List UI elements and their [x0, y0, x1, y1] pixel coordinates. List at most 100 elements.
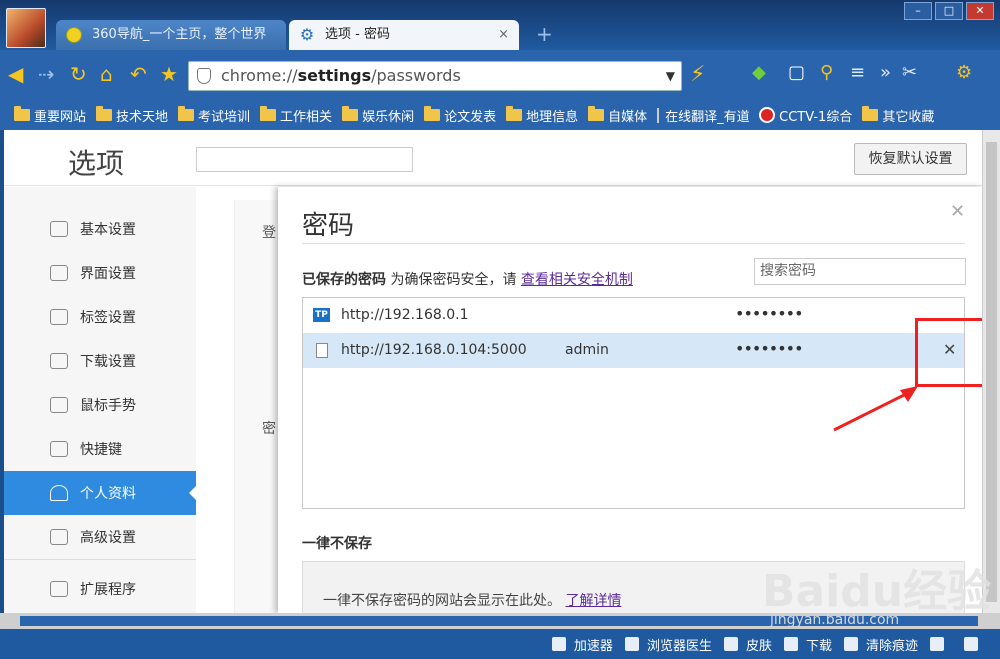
- site-url: http://192.168.0.1: [341, 307, 469, 323]
- plugin-icon[interactable]: ▢: [788, 62, 805, 83]
- plus-icon: [66, 27, 82, 43]
- password-search-input[interactable]: 搜索密码: [754, 258, 966, 285]
- browser-doctor-button[interactable]: 浏览器医生: [624, 635, 712, 654]
- bookmark-folder[interactable]: 工作相关: [260, 106, 332, 125]
- folder-icon: [96, 106, 113, 121]
- translate-icon[interactable]: ≡: [850, 62, 865, 83]
- settings-gear-icon[interactable]: ⚙: [956, 62, 972, 83]
- bolt-icon[interactable]: ⚡: [690, 62, 705, 87]
- tab-label: 360导航_一个主页，整个世界: [92, 27, 267, 42]
- tab-settings-passwords[interactable]: ⚙ 选项 - 密码 ×: [289, 20, 519, 50]
- game-icon[interactable]: ◆: [752, 62, 766, 83]
- status-label: 下载: [805, 638, 832, 654]
- scroll-thumb[interactable]: [986, 142, 997, 602]
- vertical-scrollbar[interactable]: [982, 130, 1000, 613]
- sidebar-item-label: 基本设置: [80, 222, 136, 238]
- accelerator-button[interactable]: 加速器: [551, 635, 613, 654]
- more-icon[interactable]: »: [880, 62, 891, 83]
- bookmark-label: 考试培训: [198, 109, 251, 125]
- sidebar-item-label: 快捷键: [80, 442, 122, 458]
- dialog-title: 密码: [302, 211, 355, 241]
- volume-button[interactable]: [930, 637, 952, 651]
- page-icon: [316, 343, 328, 358]
- sidebar-item-label: 下载设置: [80, 354, 136, 370]
- bookmark-folder[interactable]: 技术天地: [96, 106, 168, 125]
- new-tab-icon[interactable]: +: [536, 24, 553, 44]
- undo-icon[interactable]: ↶: [130, 62, 147, 86]
- learn-more-link[interactable]: 了解详情: [565, 593, 621, 609]
- close-window-button[interactable]: ✕: [966, 2, 994, 20]
- sidebar-item-extensions[interactable]: 扩展程序: [4, 567, 196, 611]
- maximize-button[interactable]: □: [935, 2, 963, 20]
- bookmark-folder[interactable]: 重要网站: [14, 106, 86, 125]
- saved-title: 已保存的密码: [302, 272, 386, 288]
- sidebar-item-profile[interactable]: 个人资料: [4, 471, 196, 515]
- bookmark-link[interactable]: CCTV-1综合: [759, 106, 852, 125]
- sidebar-item-basic[interactable]: 基本设置: [4, 207, 196, 251]
- bookmark-label: 工作相关: [280, 109, 333, 125]
- bookmark-label: 自媒体: [608, 109, 648, 125]
- sidebar-item-label: 个人资料: [80, 486, 136, 502]
- settings-search-input[interactable]: [196, 147, 413, 172]
- close-icon[interactable]: ✕: [950, 201, 965, 222]
- cctv-icon: [759, 107, 776, 123]
- shield-icon: [197, 68, 211, 84]
- masked-password: ••••••••: [735, 304, 803, 323]
- close-tab-icon[interactable]: ×: [498, 20, 509, 50]
- star-icon[interactable]: ★: [160, 62, 178, 86]
- window-icon: [50, 265, 68, 281]
- highlight-box: [915, 318, 990, 387]
- sidebar-item-label: 扩展程序: [80, 582, 136, 598]
- sidebar-item-advanced[interactable]: 高级设置: [4, 515, 196, 559]
- forward-icon[interactable]: ⇢: [38, 62, 55, 86]
- bookmark-label: 重要网站: [34, 109, 87, 125]
- status-label: 浏览器医生: [646, 638, 712, 654]
- zoom-button[interactable]: [964, 637, 986, 651]
- sidebar-item-interface[interactable]: 界面设置: [4, 251, 196, 295]
- bg-label: 登: [262, 225, 276, 241]
- bookmark-folder[interactable]: 其它收藏: [862, 106, 934, 125]
- sidebar-item-mouse-gesture[interactable]: 鼠标手势: [4, 383, 196, 427]
- bookmark-folder[interactable]: 自媒体: [588, 106, 647, 125]
- minimize-button[interactable]: –: [904, 2, 932, 20]
- tab-label: 选项 - 密码: [325, 27, 390, 42]
- sidebar-item-shortcuts[interactable]: 快捷键: [4, 427, 196, 471]
- wrench-icon: [50, 529, 68, 545]
- clear-traces-button[interactable]: 清除痕迹: [843, 635, 918, 654]
- volume-icon: [930, 637, 944, 651]
- avatar[interactable]: [6, 8, 46, 48]
- back-icon[interactable]: ◀: [8, 62, 23, 86]
- password-row[interactable]: http://192.168.0.104:5000 admin ••••••••…: [303, 333, 964, 368]
- bookmark-folder[interactable]: 论文发表: [424, 106, 496, 125]
- rocket-icon: [551, 637, 566, 651]
- status-bar: 加速器 浏览器医生 皮肤 下载 清除痕迹: [0, 629, 1000, 659]
- gear-icon: ⚙: [299, 25, 315, 44]
- sidebar-item-download[interactable]: 下载设置: [4, 339, 196, 383]
- keyboard-icon: [50, 441, 68, 457]
- masked-password: ••••••••: [735, 339, 803, 358]
- sidebar-item-label: 界面设置: [80, 266, 136, 282]
- bg-label: 密: [262, 421, 276, 437]
- tab-360-nav[interactable]: 360导航_一个主页，整个世界: [56, 20, 286, 50]
- skin-button[interactable]: 皮肤: [723, 635, 772, 654]
- refresh-icon[interactable]: ↻: [70, 62, 87, 86]
- restore-defaults-button[interactable]: 恢复默认设置: [854, 143, 967, 175]
- bookmark-folder[interactable]: 地理信息: [506, 106, 578, 125]
- scissors-icon[interactable]: ✂: [902, 62, 917, 83]
- bookmark-folder[interactable]: 娱乐休闲: [342, 106, 414, 125]
- bookmark-folder[interactable]: 考试培训: [178, 106, 250, 125]
- chevron-down-icon[interactable]: ▼: [666, 62, 675, 90]
- security-link[interactable]: 查看相关安全机制: [521, 272, 633, 288]
- download-icon: [50, 353, 68, 369]
- password-row[interactable]: TP http://192.168.0.1 ••••••••: [303, 298, 964, 333]
- bookmark-link[interactable]: 在线翻译_有道: [657, 106, 749, 125]
- folder-icon: [342, 106, 359, 121]
- sidebar-item-tabs[interactable]: 标签设置: [4, 295, 196, 339]
- home-icon[interactable]: ⌂: [100, 62, 113, 86]
- download-button[interactable]: 下载: [783, 635, 832, 654]
- username: admin: [565, 342, 609, 358]
- never-save-heading: 一律不保存: [302, 536, 372, 552]
- address-bar[interactable]: chrome://settings/passwords ▼: [188, 61, 682, 91]
- gear-icon: [50, 221, 68, 237]
- search-icon[interactable]: ⚲: [820, 62, 833, 83]
